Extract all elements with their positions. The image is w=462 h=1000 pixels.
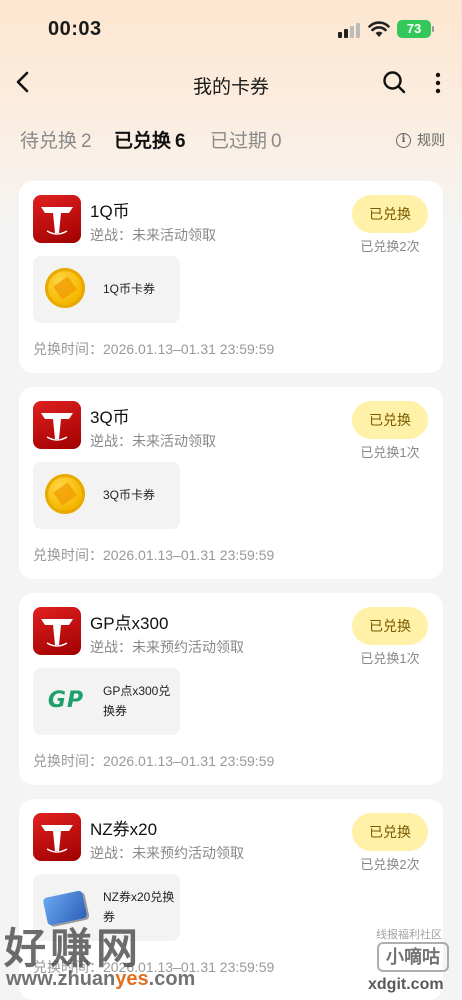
battery-tip	[432, 26, 434, 32]
redeemed-button[interactable]: 已兑换	[352, 195, 428, 233]
card-source: 逆战：未来预约活动领取	[90, 639, 244, 655]
voucher-name: 3Q币卡券	[103, 488, 156, 502]
search-icon[interactable]	[381, 69, 407, 95]
voucher-name: GP点x300兑换券	[103, 684, 171, 718]
coupon-card[interactable]: 1Q币 逆战：未来活动领取 已兑换 已兑换2次 1Q币卡券 兑换时间：2026.…	[19, 181, 443, 373]
rules-label: 规则	[417, 132, 445, 148]
card-source: 逆战：未来活动领取	[90, 433, 216, 449]
nav-bar: 我的卡券	[0, 60, 462, 106]
card-source: 逆战：未来预约活动领取	[90, 845, 244, 861]
coupon-card[interactable]: 3Q币 逆战：未来活动领取 已兑换 已兑换1次 3Q币卡券 兑换时间：2026.…	[19, 387, 443, 579]
card-source: 逆战：未来活动领取	[90, 227, 216, 243]
cellular-signal-icon	[338, 22, 362, 38]
tab-redeemed[interactable]: 已兑换 6	[114, 126, 186, 153]
voucher-item[interactable]: 3Q币卡券	[33, 462, 180, 529]
gp-icon: GP	[47, 688, 85, 713]
voucher-name: 1Q币卡券	[103, 282, 156, 296]
game-logo-icon	[33, 195, 81, 243]
q-coin-icon	[45, 268, 87, 310]
tab-redeemed-label: 已兑换	[114, 131, 172, 152]
tab-expired-count: 0	[271, 131, 282, 152]
watermark-logo-text: 好赚网	[4, 925, 143, 972]
redeem-count: 已兑换1次	[360, 445, 420, 460]
status-bar: 00:03 73	[0, 0, 462, 58]
tab-pending[interactable]: 待兑换 2	[20, 126, 92, 153]
redeem-count: 已兑换1次	[360, 651, 420, 666]
tab-redeemed-count: 6	[175, 131, 186, 152]
watermark-slogan: 线报福利社区	[376, 929, 442, 941]
card-title: GP点x300	[90, 614, 169, 633]
watermark-url-highlight: yes	[115, 968, 149, 990]
game-logo-icon	[33, 401, 81, 449]
q-coin-icon	[45, 474, 87, 516]
game-logo-icon	[33, 607, 81, 655]
watermark-url-suffix: .com	[148, 968, 196, 990]
redeemed-button[interactable]: 已兑换	[352, 607, 428, 645]
tab-bar: 待兑换 2 已兑换 6 已过期 0 i 规则	[0, 126, 462, 162]
rules-link[interactable]: i 规则	[396, 130, 445, 150]
coupon-card[interactable]: GP点x300 逆战：未来预约活动领取 已兑换 已兑换1次 GP GP点x300…	[19, 593, 443, 785]
watermark-url: www.zhuanyes.com	[6, 968, 195, 991]
redeemed-button[interactable]: 已兑换	[352, 401, 428, 439]
card-title: 3Q币	[90, 408, 130, 427]
redeem-count: 已兑换2次	[360, 857, 420, 872]
tab-expired-label: 已过期	[210, 131, 268, 152]
card-title: NZ券x20	[90, 820, 158, 839]
info-icon: i	[396, 132, 411, 148]
game-logo-icon	[33, 813, 81, 861]
tab-pending-label: 待兑换	[20, 131, 78, 152]
wifi-icon	[368, 21, 390, 37]
battery-indicator: 73	[397, 20, 431, 38]
redeemed-button[interactable]: 已兑换	[352, 813, 428, 851]
card-title: 1Q币	[90, 202, 130, 221]
tab-pending-count: 2	[81, 131, 92, 152]
redeem-time: 兑换时间：2026.01.13–01.31 23:59:59	[33, 547, 275, 563]
watermark-right-url: xdgit.com	[368, 976, 444, 993]
more-vertical-icon[interactable]	[428, 70, 448, 96]
tab-expired[interactable]: 已过期 0	[210, 126, 282, 153]
watermark-brand-box: 小嘀咕	[377, 942, 449, 972]
redeem-time: 兑换时间：2026.01.13–01.31 23:59:59	[33, 753, 275, 769]
voucher-item[interactable]: 1Q币卡券	[33, 256, 180, 323]
watermark-url-prefix: www.zhuan	[6, 968, 116, 990]
redeem-count: 已兑换2次	[360, 239, 420, 254]
voucher-item[interactable]: GP GP点x300兑换券	[33, 668, 180, 735]
redeem-time: 兑换时间：2026.01.13–01.31 23:59:59	[33, 341, 275, 357]
status-time: 00:03	[48, 18, 102, 40]
